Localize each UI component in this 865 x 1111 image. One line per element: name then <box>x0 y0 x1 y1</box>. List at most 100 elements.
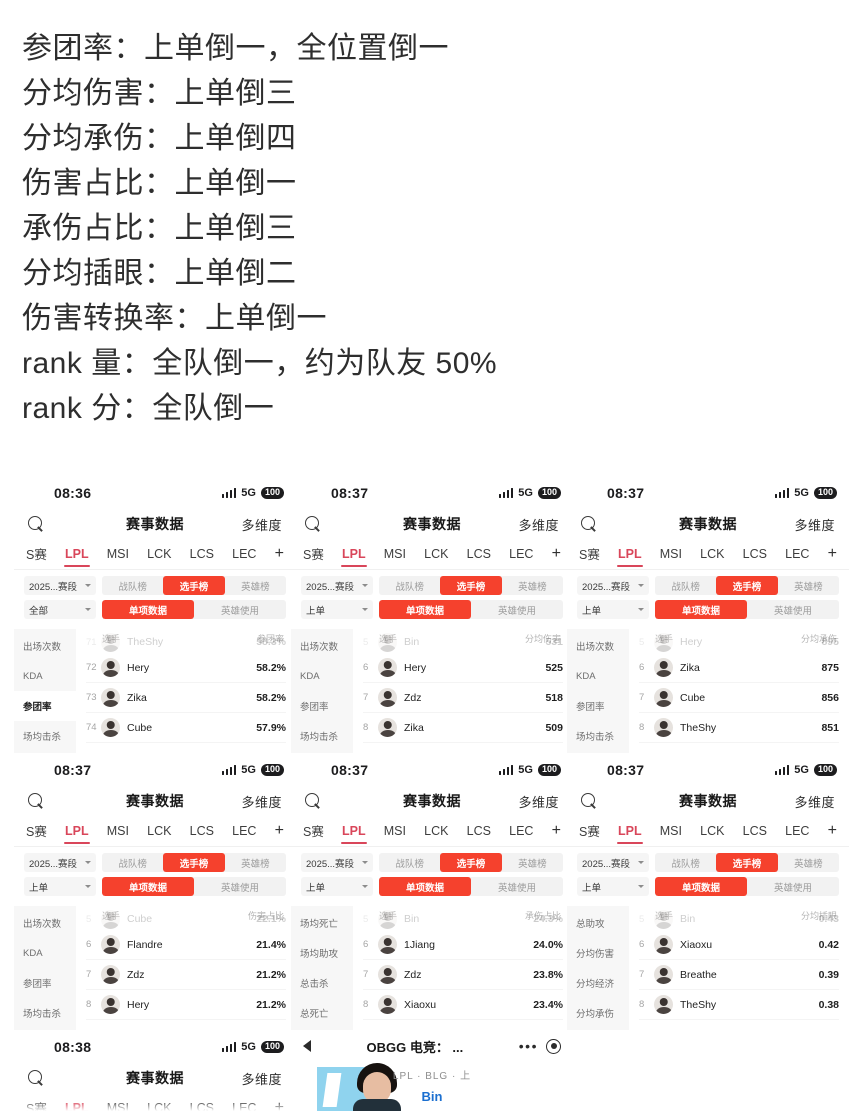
screenshot-panel-4[interactable]: 08:37 5G 100 赛事数据 多维度 S赛 LPL MSI LCK LCS LEC … <box>14 755 296 1030</box>
add-tab-button[interactable]: + <box>828 545 837 569</box>
rail-item[interactable]: 场均击杀 <box>14 721 76 751</box>
segment-战队榜[interactable]: 战队榜 <box>379 576 440 595</box>
table-row[interactable]: 73 Zika 58.2% <box>86 683 286 713</box>
rail-item[interactable]: 参团率 <box>291 691 353 721</box>
tab-LEC[interactable]: LEC <box>232 547 256 567</box>
table-row[interactable]: 8 Xiaoxu 23.4% <box>363 990 563 1020</box>
screenshot-panel-5[interactable]: 08:37 5G 100 赛事数据 多维度 S赛 LPL MSI LCK LCS LEC … <box>291 755 573 1030</box>
segment-英雄榜[interactable]: 英雄榜 <box>502 853 563 872</box>
tab-MSI[interactable]: MSI <box>384 824 406 844</box>
record-icon[interactable] <box>546 1038 561 1054</box>
season-dropdown[interactable]: 2025...赛段 <box>301 853 373 872</box>
rail-item[interactable]: 总死亡 <box>291 998 353 1028</box>
metric-rail[interactable]: 出场次数 KDA 参团率 场均击杀 <box>14 906 76 1030</box>
table-row[interactable]: 7 Cube 856 <box>639 683 839 713</box>
tab-LEC[interactable]: LEC <box>785 824 809 844</box>
screenshot-panel-3[interactable]: 08:37 5G 100 赛事数据 多维度 S赛 LPL MSI LCK LCS LEC … <box>567 478 849 753</box>
tab-MSI[interactable]: MSI <box>384 547 406 567</box>
tab-LPL[interactable]: LPL <box>342 547 366 567</box>
rail-item[interactable]: 总击杀 <box>291 968 353 998</box>
segment-英雄使用[interactable]: 英雄使用 <box>194 600 286 619</box>
tab-S赛[interactable]: S赛 <box>579 544 600 569</box>
ranking-list[interactable]: 选手 伤害占比 5 Cube 22.1% 6 Flandre 21.4% 7 Z… <box>76 906 296 1030</box>
segment-英雄使用[interactable]: 英雄使用 <box>471 600 563 619</box>
table-row[interactable]: 6 Flandre 21.4% <box>86 930 286 960</box>
back-chevron-icon[interactable] <box>303 1040 311 1052</box>
rail-item[interactable]: 场均击杀 <box>14 998 76 1028</box>
table-row[interactable]: 7 Zdz 23.8% <box>363 960 563 990</box>
league-tab-bar[interactable]: S赛 LPL MSI LCK LCS LEC + <box>14 817 296 847</box>
tab-LEC[interactable]: LEC <box>509 547 533 567</box>
segment-战队榜[interactable]: 战队榜 <box>655 576 716 595</box>
data-type-segmented[interactable]: 单项数据 英雄使用 <box>379 600 563 619</box>
table-row[interactable]: 8 TheShy 851 <box>639 713 839 743</box>
position-dropdown[interactable]: 全部 <box>24 600 96 619</box>
rail-item[interactable]: 分均承伤 <box>567 998 629 1028</box>
screenshot-panel-1[interactable]: 08:36 5G 100 赛事数据 多维度 S赛 LPL MSI LCK LCS LEC … <box>14 478 296 753</box>
ranking-type-segmented[interactable]: 战队榜 选手榜 英雄榜 <box>379 576 563 595</box>
segment-英雄榜[interactable]: 英雄榜 <box>778 853 839 872</box>
season-dropdown[interactable]: 2025...赛段 <box>24 853 96 872</box>
tab-LCS[interactable]: LCS <box>190 547 214 567</box>
segment-英雄使用[interactable]: 英雄使用 <box>747 877 839 896</box>
metric-rail[interactable]: 出场次数 KDA 参团率 场均击杀 <box>291 629 353 753</box>
segment-英雄榜[interactable]: 英雄榜 <box>778 576 839 595</box>
tab-LCS[interactable]: LCS <box>743 824 767 844</box>
segment-单项数据[interactable]: 单项数据 <box>655 600 747 619</box>
table-row[interactable]: 6 Xiaoxu 0.42 <box>639 930 839 960</box>
rail-item[interactable]: 场均死亡 <box>291 908 353 938</box>
segment-单项数据[interactable]: 单项数据 <box>102 600 194 619</box>
data-type-segmented[interactable]: 单项数据 英雄使用 <box>655 877 839 896</box>
add-tab-button[interactable]: + <box>552 545 561 569</box>
segment-英雄使用[interactable]: 英雄使用 <box>747 600 839 619</box>
position-dropdown[interactable]: 上单 <box>577 877 649 896</box>
data-type-segmented[interactable]: 单项数据 英雄使用 <box>655 600 839 619</box>
table-row[interactable]: 6 Hery 525 <box>363 653 563 683</box>
table-row[interactable]: 71 TheShy 58.3% <box>86 631 286 653</box>
segment-英雄榜[interactable]: 英雄榜 <box>502 576 563 595</box>
tab-S赛[interactable]: S赛 <box>303 544 324 569</box>
more-dots-icon[interactable]: ••• <box>519 1038 538 1053</box>
rail-item[interactable]: 出场次数 <box>567 631 629 661</box>
data-type-segmented[interactable]: 单项数据 英雄使用 <box>102 600 286 619</box>
table-row[interactable]: 5 Hery 895 <box>639 631 839 653</box>
ranking-type-segmented[interactable]: 战队榜 选手榜 英雄榜 <box>655 576 839 595</box>
tab-S赛[interactable]: S赛 <box>303 821 324 846</box>
metric-rail[interactable]: 出场次数 KDA 参团率 场均击杀 <box>567 629 629 753</box>
table-row[interactable]: 72 Hery 58.2% <box>86 653 286 683</box>
tab-LPL[interactable]: LPL <box>65 547 89 567</box>
segment-选手榜[interactable]: 选手榜 <box>163 576 225 595</box>
tab-LEC[interactable]: LEC <box>509 824 533 844</box>
ranking-list[interactable]: 选手 分均承伤 5 Hery 895 6 Zika 875 7 Cube 856… <box>629 629 849 753</box>
segment-英雄使用[interactable]: 英雄使用 <box>194 877 286 896</box>
season-dropdown[interactable]: 2025...赛段 <box>301 576 373 595</box>
season-dropdown[interactable]: 2025...赛段 <box>577 853 649 872</box>
tab-MSI[interactable]: MSI <box>660 824 682 844</box>
tab-LPL[interactable]: LPL <box>65 824 89 844</box>
rail-item[interactable]: KDA <box>14 661 76 691</box>
segment-战队榜[interactable]: 战队榜 <box>102 576 163 595</box>
rail-item[interactable]: 场均助攻 <box>291 938 353 968</box>
league-tab-bar[interactable]: S赛 LPL MSI LCK LCS LEC + <box>291 540 573 570</box>
table-row[interactable]: 5 Cube 22.1% <box>86 908 286 930</box>
segment-选手榜[interactable]: 选手榜 <box>440 853 502 872</box>
segment-选手榜[interactable]: 选手榜 <box>163 853 225 872</box>
segment-选手榜[interactable]: 选手榜 <box>716 853 778 872</box>
table-row[interactable]: 7 Zdz 518 <box>363 683 563 713</box>
rail-item[interactable]: 参团率 <box>14 691 76 721</box>
tab-LEC[interactable]: LEC <box>232 824 256 844</box>
segment-英雄榜[interactable]: 英雄榜 <box>225 576 286 595</box>
ranking-type-segmented[interactable]: 战队榜 选手榜 英雄榜 <box>379 853 563 872</box>
tab-S赛[interactable]: S赛 <box>26 821 47 846</box>
tab-LCK[interactable]: LCK <box>700 824 724 844</box>
table-row[interactable]: 6 Zika 875 <box>639 653 839 683</box>
add-tab-button[interactable]: + <box>552 822 561 846</box>
metric-rail[interactable]: 总助攻 分均伤害 分均经济 分均承伤 <box>567 906 629 1030</box>
add-tab-button[interactable]: + <box>828 822 837 846</box>
ranking-list[interactable]: 选手 分均插眼 5 Bin 0.43 6 Xiaoxu 0.42 7 Breat… <box>629 906 849 1030</box>
ranking-type-segmented[interactable]: 战队榜 选手榜 英雄榜 <box>102 853 286 872</box>
rail-item[interactable]: 场均击杀 <box>567 721 629 751</box>
segment-单项数据[interactable]: 单项数据 <box>379 877 471 896</box>
segment-英雄榜[interactable]: 英雄榜 <box>225 853 286 872</box>
rail-item[interactable]: 出场次数 <box>14 631 76 661</box>
